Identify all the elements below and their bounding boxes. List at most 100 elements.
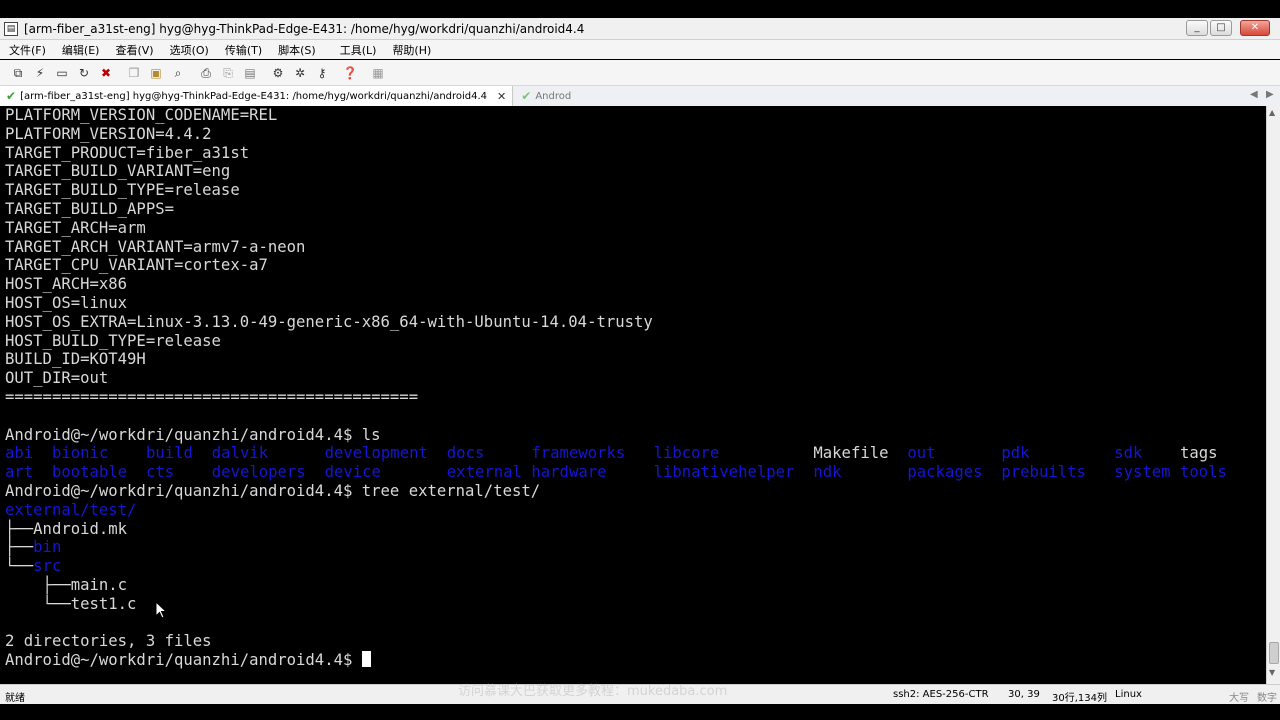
- terminal-line: HOST_OS=linux: [5, 293, 128, 312]
- ls-directory: bootable: [52, 463, 128, 482]
- session-options-icon[interactable]: ⚙: [270, 65, 286, 81]
- terminal-output: PLATFORM_VERSION_CODENAME=REL PLATFORM_VE…: [5, 106, 1227, 670]
- terminal-app-icon[interactable]: ▤: [4, 21, 18, 36]
- close-window-button[interactable]: ✕: [1240, 20, 1270, 36]
- scroll-down-icon[interactable]: ▼: [1269, 668, 1275, 677]
- terminal-screen[interactable]: PLATFORM_VERSION_CODENAME=REL PLATFORM_VE…: [0, 106, 1266, 684]
- connect-tab-icon[interactable]: ▭: [54, 65, 70, 81]
- global-options-icon[interactable]: ✲: [292, 65, 308, 81]
- help-icon[interactable]: ❓: [342, 65, 358, 81]
- menu-view[interactable]: 查看(V): [106, 42, 160, 58]
- mouse-pointer-icon: [155, 601, 167, 619]
- ls-file: tags: [1180, 444, 1218, 463]
- terminal-line: TARGET_BUILD_APPS=: [5, 199, 174, 218]
- tab-close-icon[interactable]: ✕: [497, 90, 506, 103]
- shell-prompt: Android@~/workdri/quanzhi/android4.4$: [5, 651, 362, 670]
- tree-branch: ├──: [5, 538, 34, 557]
- tab-active-session[interactable]: ✔ [arm-fiber_a31st-eng] hyg@hyg-ThinkPad…: [0, 86, 514, 106]
- disconnect-icon[interactable]: ✖: [98, 65, 114, 81]
- ls-directory: build: [146, 444, 193, 463]
- terminal-line: TARGET_PRODUCT=fiber_a31st: [5, 143, 250, 162]
- tree-directory: bin: [33, 538, 62, 557]
- terminal-line: TARGET_BUILD_VARIANT=eng: [5, 162, 231, 181]
- ls-directory: libnativehelper: [653, 463, 795, 482]
- menu-options[interactable]: 选项(O): [161, 42, 216, 58]
- tab-scroll-right-icon[interactable]: ▶: [1266, 89, 1274, 100]
- ls-directory: docs: [446, 444, 485, 463]
- tab-scroll-left-icon[interactable]: ◀: [1250, 89, 1258, 100]
- quick-connect-icon[interactable]: ⚡: [32, 65, 48, 81]
- reconnect-icon[interactable]: ↻: [76, 65, 92, 81]
- terminal-line: HOST_BUILD_TYPE=release: [5, 331, 221, 350]
- window-title: [arm-fiber_a31st-eng] hyg@hyg-ThinkPad-E…: [24, 21, 585, 36]
- scrollbar-thumb[interactable]: [1269, 642, 1279, 664]
- terminal-line: 2 directories, 3 files: [5, 632, 212, 651]
- keymap-icon[interactable]: ⚷: [314, 65, 330, 81]
- tree-file: Android.mk: [33, 519, 128, 538]
- tree-directory: src: [33, 557, 62, 576]
- menu-file[interactable]: 文件(F): [0, 42, 53, 58]
- ls-directory: sdk: [1114, 444, 1143, 463]
- ls-directory: device: [324, 463, 381, 482]
- status-cursor-position: 30, 39: [1008, 689, 1040, 700]
- status-rows-cols: 30行,134列: [1052, 693, 1107, 704]
- ls-directory: frameworks: [531, 444, 626, 463]
- ls-directory: art: [5, 463, 34, 482]
- menu-help[interactable]: 帮助(H): [383, 42, 438, 58]
- window-title-bar[interactable]: ▤ [arm-fiber_a31st-eng] hyg@hyg-ThinkPad…: [0, 18, 1280, 40]
- ls-output-row: art bootable cts developers device external ha…: [5, 463, 1227, 482]
- tree-entry: └──test1.c: [5, 595, 653, 614]
- ls-directory: prebuilts: [1001, 463, 1086, 482]
- ls-output-row: abi bionic build dalvik development docs frame…: [5, 444, 1218, 463]
- terminal-line: PLATFORM_VERSION=4.4.2: [5, 124, 212, 143]
- status-num: 数字: [1257, 693, 1277, 704]
- print-icon[interactable]: ⎙: [198, 65, 214, 81]
- scroll-up-icon[interactable]: ▲: [1269, 108, 1275, 117]
- terminal-line: Android@~/workdri/quanzhi/android4.4$ ls: [5, 425, 381, 444]
- terminal-line: OUT_DIR=out: [5, 369, 109, 388]
- menu-transfer[interactable]: 传输(T): [216, 42, 269, 58]
- terminal-scrollbar[interactable]: ▲ ▼: [1266, 106, 1280, 684]
- tree-root: external/test/: [5, 500, 137, 519]
- minimize-button[interactable]: _: [1186, 20, 1208, 36]
- terminal-line: HOST_OS_EXTRA=Linux-3.13.0-49-generic-x8…: [5, 312, 653, 331]
- maximize-button[interactable]: □: [1210, 20, 1232, 36]
- tree-entry: ├──Android.mk: [5, 520, 653, 539]
- terminal-line: TARGET_BUILD_TYPE=release: [5, 181, 240, 200]
- print-screen-icon[interactable]: ▤: [242, 65, 258, 81]
- ls-directory: dalvik: [211, 444, 269, 463]
- connected-check-icon: ✔: [6, 89, 17, 103]
- ls-directory: out: [907, 444, 936, 463]
- tree-entry: └──src: [5, 557, 653, 576]
- ls-directory: bionic: [52, 444, 109, 463]
- session-tab-bar: ✔ [arm-fiber_a31st-eng] hyg@hyg-ThinkPad…: [0, 86, 1280, 106]
- terminal-line: PLATFORM_VERSION_CODENAME=REL: [5, 106, 278, 124]
- tab-androd-label: Androd: [535, 90, 572, 102]
- connect-icon[interactable]: ⧉: [10, 65, 26, 81]
- terminal-line: ========================================…: [5, 387, 419, 406]
- paste-icon[interactable]: ▣: [148, 65, 164, 81]
- sftp-icon[interactable]: ▦: [370, 65, 386, 81]
- menu-tools[interactable]: 工具(L): [331, 42, 384, 58]
- menu-edit[interactable]: 编辑(E): [53, 42, 107, 58]
- print-setup-icon[interactable]: ⎘: [220, 65, 236, 81]
- tab-androd[interactable]: ✔ Androd: [513, 86, 579, 106]
- terminal-prompt-line: Android@~/workdri/quanzhi/android4.4$: [5, 651, 653, 670]
- copy-icon[interactable]: ❐: [126, 65, 142, 81]
- ls-directory: system: [1114, 463, 1171, 482]
- terminal-line: TARGET_ARCH=arm: [5, 218, 146, 237]
- menu-script[interactable]: 脚本(S): [269, 42, 323, 58]
- terminal-line: HOST_ARCH=x86: [5, 275, 128, 294]
- tree-entry: ├──bin: [5, 538, 653, 557]
- watermark-text: 访问慕课大巴获取更多教程：mukedaba.com: [458, 684, 728, 699]
- tab-session-label: [arm-fiber_a31st-eng] hyg@hyg-ThinkPad-E…: [20, 90, 488, 102]
- status-encryption: ssh2: AES-256-CTR: [893, 689, 989, 700]
- ls-directory: development: [324, 444, 428, 463]
- bottom-black-strip: [0, 704, 1280, 720]
- ls-directory: tools: [1180, 463, 1227, 482]
- tree-branch: └──: [5, 594, 71, 613]
- find-icon[interactable]: ⌕: [170, 65, 186, 81]
- ls-directory: hardware: [531, 463, 607, 482]
- ls-directory: pdk: [1001, 444, 1030, 463]
